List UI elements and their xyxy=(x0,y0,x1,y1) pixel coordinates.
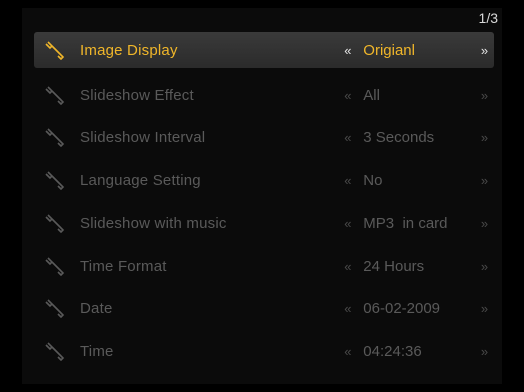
menu-item-value: 3 Seconds xyxy=(363,128,435,146)
menu-item-label: Slideshow Interval xyxy=(80,128,206,146)
page-indicator: 1/3 xyxy=(478,10,498,26)
menu-item-value: MP3 in card xyxy=(363,214,448,232)
menu-item-label: Date xyxy=(80,299,113,317)
menu-item-label: Language Setting xyxy=(80,171,201,189)
menu-item-value: Origianl xyxy=(363,41,415,59)
double-chevron-left-icon[interactable]: « xyxy=(338,216,357,231)
wrench-icon xyxy=(44,127,66,147)
double-chevron-left-icon[interactable]: « xyxy=(338,88,357,103)
wrench-icon xyxy=(44,341,66,361)
double-chevron-left-icon[interactable]: « xyxy=(338,301,357,316)
wrench-icon xyxy=(44,298,66,318)
wrench-icon xyxy=(44,170,66,190)
menu-row-time[interactable]: Time « 04:24:36 » xyxy=(34,333,494,369)
menu-item-label: Slideshow with music xyxy=(80,214,227,232)
menu-row-language-setting[interactable]: Language Setting « No » xyxy=(34,162,494,198)
double-chevron-right-icon[interactable]: » xyxy=(475,173,494,188)
wrench-icon xyxy=(44,40,66,60)
double-chevron-left-icon[interactable]: « xyxy=(338,173,357,188)
double-chevron-left-icon[interactable]: « xyxy=(338,130,357,145)
menu-item-label: Time xyxy=(80,342,114,360)
menu-item-label: Time Format xyxy=(80,257,167,275)
menu-item-value: No xyxy=(363,171,383,189)
wrench-icon xyxy=(44,256,66,276)
double-chevron-right-icon[interactable]: » xyxy=(475,259,494,274)
wrench-icon xyxy=(44,213,66,233)
menu-item-label: Slideshow Effect xyxy=(80,86,194,104)
menu-row-time-format[interactable]: Time Format « 24 Hours » xyxy=(34,248,494,284)
menu-row-date[interactable]: Date « 06-02-2009 » xyxy=(34,290,494,326)
wrench-icon xyxy=(44,85,66,105)
menu-item-label: Image Display xyxy=(80,41,178,59)
double-chevron-left-icon[interactable]: « xyxy=(338,43,357,58)
double-chevron-right-icon[interactable]: » xyxy=(475,43,494,58)
menu-row-slideshow-with-music[interactable]: Slideshow with music « MP3 in card » xyxy=(34,205,494,241)
double-chevron-right-icon[interactable]: » xyxy=(475,301,494,316)
double-chevron-left-icon[interactable]: « xyxy=(338,259,357,274)
double-chevron-right-icon[interactable]: » xyxy=(475,130,494,145)
double-chevron-right-icon[interactable]: » xyxy=(475,88,494,103)
double-chevron-right-icon[interactable]: » xyxy=(475,216,494,231)
menu-item-value: 24 Hours xyxy=(363,257,425,275)
menu-row-slideshow-interval[interactable]: Slideshow Interval « 3 Seconds » xyxy=(34,119,494,155)
menu-item-value: 06-02-2009 xyxy=(363,299,441,317)
menu-row-image-display[interactable]: Image Display « Origianl » xyxy=(34,32,494,68)
double-chevron-right-icon[interactable]: » xyxy=(475,344,494,359)
menu-item-value: 04:24:36 xyxy=(363,342,422,360)
menu-item-value: All xyxy=(363,86,380,104)
menu-row-slideshow-effect[interactable]: Slideshow Effect « All » xyxy=(34,77,494,113)
double-chevron-left-icon[interactable]: « xyxy=(338,344,357,359)
